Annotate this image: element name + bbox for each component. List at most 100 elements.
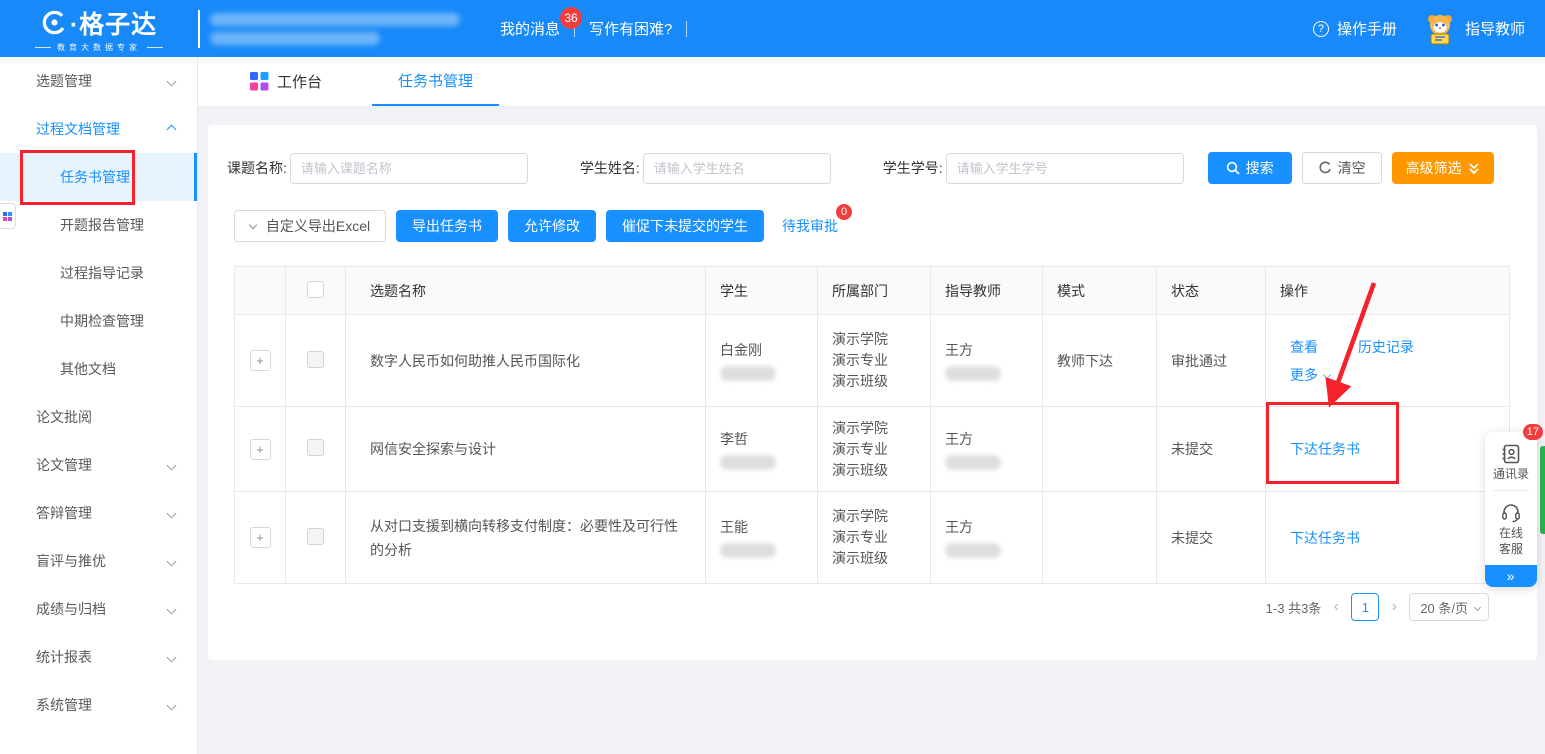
student-id-input[interactable] bbox=[946, 153, 1184, 184]
sidebar: 选题管理 过程文档管理 任务书管理 开题报告管理 过程指导记录 中期检查管理 其… bbox=[0, 57, 198, 754]
top-header: ·格子达 教育大数据专家 我的消息 36 写作有困难? ? 操作手册 bbox=[0, 0, 1545, 57]
allow-edit-button[interactable]: 允许修改 bbox=[508, 210, 596, 242]
teacher-cell: 王方 bbox=[931, 407, 1043, 492]
tab-task-book-management[interactable]: 任务书管理 bbox=[372, 56, 499, 106]
view-link[interactable]: 查看 bbox=[1290, 339, 1318, 355]
row-checkbox[interactable] bbox=[307, 439, 324, 456]
refresh-icon bbox=[1318, 161, 1332, 175]
history-link[interactable]: 历史记录 bbox=[1358, 339, 1414, 355]
sidebar-item-process-docs[interactable]: 过程文档管理 bbox=[0, 105, 197, 153]
mini-grid-icon bbox=[3, 212, 12, 221]
student-cell: 李哲 bbox=[706, 407, 818, 492]
menu-separator bbox=[686, 21, 687, 37]
chevron-down-icon bbox=[167, 652, 177, 662]
col-topic: 选题名称 bbox=[346, 267, 706, 315]
sidebar-item-other-docs[interactable]: 其他文档 bbox=[0, 345, 197, 393]
redacted-student-id bbox=[720, 455, 776, 470]
clear-button[interactable]: 清空 bbox=[1302, 152, 1382, 184]
page-number-button[interactable]: 1 bbox=[1351, 593, 1379, 621]
sidebar-item-topic-management[interactable]: 选题管理 bbox=[0, 57, 197, 105]
mode-cell bbox=[1043, 492, 1157, 584]
pending-approval-link[interactable]: 待我审批 0 bbox=[782, 216, 838, 236]
contacts-button[interactable]: 通讯录 bbox=[1485, 432, 1537, 490]
redacted-text-line bbox=[210, 32, 380, 45]
student-id-label: 学生学号: bbox=[883, 158, 943, 178]
topic-cell: 网信安全探索与设计 bbox=[346, 407, 706, 492]
chevron-down-icon bbox=[167, 556, 177, 566]
issue-task-book-link[interactable]: 下达任务书 bbox=[1290, 530, 1360, 546]
expand-row-button[interactable]: + bbox=[250, 527, 271, 548]
header-right: ? 操作手册 指导教师 bbox=[1313, 12, 1545, 46]
col-operations: 操作 bbox=[1266, 267, 1510, 315]
table-row: + 数字人民币如何助推人民币国际化 白金刚 演示学院演示专业演示班级 王方 教师… bbox=[235, 315, 1510, 407]
sidebar-item-task-book[interactable]: 任务书管理 bbox=[0, 153, 197, 201]
logo-tagline: 教育大数据专家 bbox=[35, 42, 163, 53]
hidden-side-tab bbox=[1540, 446, 1545, 534]
manual-link[interactable]: 操作手册 bbox=[1337, 18, 1397, 39]
role-label: 指导教师 bbox=[1465, 18, 1525, 39]
app-window: ·格子达 教育大数据专家 我的消息 36 写作有困难? ? 操作手册 bbox=[0, 0, 1545, 754]
sidebar-item-proposal-report[interactable]: 开题报告管理 bbox=[0, 201, 197, 249]
tab-workbench[interactable]: 工作台 bbox=[246, 56, 326, 106]
prev-page-button[interactable]: ‹ bbox=[1331, 598, 1341, 616]
sidebar-item-system-management[interactable]: 系统管理 bbox=[0, 681, 197, 729]
student-name-label: 学生姓名: bbox=[580, 158, 640, 178]
sidebar-item-paper-management[interactable]: 论文管理 bbox=[0, 441, 197, 489]
pagination-total: 1-3 共3条 bbox=[1266, 598, 1322, 617]
main-content: 工作台 任务书管理 课题名称: 学生姓名: 学生学号: 搜索 bbox=[198, 57, 1545, 754]
workbench-grid-icon bbox=[250, 72, 269, 91]
table-header-row: 选题名称 学生 所属部门 指导教师 模式 状态 操作 bbox=[235, 267, 1510, 315]
action-row: 自定义导出Excel 导出任务书 允许修改 催促下未提交的学生 待我审批 0 bbox=[234, 210, 838, 242]
collapsed-edge-tab[interactable] bbox=[0, 203, 16, 229]
online-support-button[interactable]: 在线客服 bbox=[1485, 491, 1537, 565]
sidebar-item-paper-review[interactable]: 论文批阅 bbox=[0, 393, 197, 441]
advanced-filter-button[interactable]: 高级筛选 bbox=[1392, 152, 1494, 184]
expand-row-button[interactable]: + bbox=[250, 350, 271, 371]
brand-logo: ·格子达 教育大数据专家 bbox=[0, 5, 198, 53]
sidebar-item-guidance-records[interactable]: 过程指导记录 bbox=[0, 249, 197, 297]
issue-task-book-link[interactable]: 下达任务书 bbox=[1290, 441, 1360, 457]
student-cell: 王能 bbox=[706, 492, 818, 584]
chevron-down-icon bbox=[167, 76, 177, 86]
collapse-widget-button[interactable]: » bbox=[1485, 565, 1537, 587]
next-page-button[interactable]: › bbox=[1389, 598, 1399, 616]
search-button[interactable]: 搜索 bbox=[1208, 152, 1292, 184]
custom-export-excel-button[interactable]: 自定义导出Excel bbox=[234, 210, 386, 242]
student-name-input[interactable] bbox=[643, 153, 831, 184]
topic-name-input[interactable] bbox=[290, 153, 528, 184]
status-cell: 未提交 bbox=[1157, 407, 1266, 492]
redacted-teacher-id bbox=[945, 543, 1001, 558]
table-row: + 网信安全探索与设计 李哲 演示学院演示专业演示班级 王方 未提交 下达任务书 bbox=[235, 407, 1510, 492]
sidebar-item-statistics[interactable]: 统计报表 bbox=[0, 633, 197, 681]
redacted-student-id bbox=[720, 366, 776, 381]
more-link[interactable]: 更多 bbox=[1290, 367, 1318, 383]
sidebar-item-blind-review[interactable]: 盲评与推优 bbox=[0, 537, 197, 585]
writing-help-link[interactable]: 写作有困难? bbox=[575, 18, 686, 39]
question-circle-icon: ? bbox=[1313, 21, 1329, 37]
sidebar-item-grades-archive[interactable]: 成绩与归档 bbox=[0, 585, 197, 633]
page-size-select[interactable]: 20 条/页 bbox=[1409, 593, 1489, 621]
pagination: 1-3 共3条 ‹ 1 › 20 条/页 bbox=[1266, 593, 1489, 621]
chevron-down-icon bbox=[1474, 604, 1481, 611]
user-info-redacted bbox=[210, 13, 470, 45]
department-cell: 演示学院演示专业演示班级 bbox=[818, 492, 931, 584]
topic-cell: 从对口支援到横向转移支付制度：必要性及可行性的分析 bbox=[346, 492, 706, 584]
sidebar-item-midterm-check[interactable]: 中期检查管理 bbox=[0, 297, 197, 345]
row-checkbox[interactable] bbox=[307, 351, 324, 368]
status-cell: 审批通过 bbox=[1157, 315, 1266, 407]
row-checkbox[interactable] bbox=[307, 528, 324, 545]
task-table: 选题名称 学生 所属部门 指导教师 模式 状态 操作 + 数字人民币如何助推人民… bbox=[234, 266, 1510, 584]
export-task-book-button[interactable]: 导出任务书 bbox=[396, 210, 498, 242]
operations-cell: 查看 历史记录 更多 bbox=[1266, 315, 1510, 407]
address-book-icon bbox=[1499, 442, 1523, 466]
redacted-text-line bbox=[210, 13, 460, 26]
select-all-checkbox[interactable] bbox=[307, 281, 324, 298]
chevron-down-icon bbox=[167, 604, 177, 614]
expand-row-button[interactable]: + bbox=[250, 439, 271, 460]
my-messages-link[interactable]: 我的消息 36 bbox=[486, 18, 574, 39]
contacts-badge: 17 bbox=[1523, 424, 1543, 440]
header-menu: 我的消息 36 写作有困难? bbox=[486, 18, 687, 39]
sidebar-item-defense-management[interactable]: 答辩管理 bbox=[0, 489, 197, 537]
col-department: 所属部门 bbox=[818, 267, 931, 315]
urge-students-button[interactable]: 催促下未提交的学生 bbox=[606, 210, 764, 242]
